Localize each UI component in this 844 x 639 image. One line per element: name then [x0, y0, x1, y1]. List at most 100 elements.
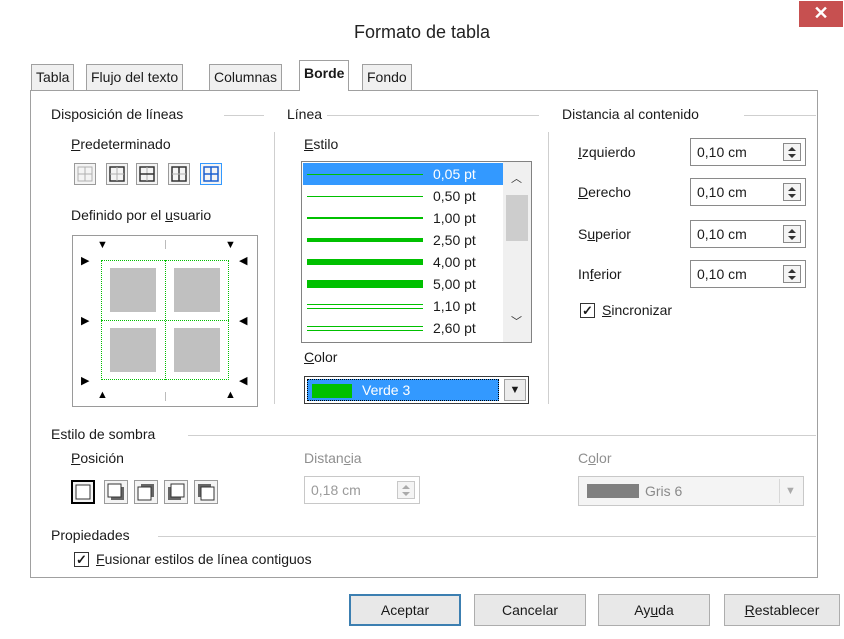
arrow-up-icon: ▲	[225, 389, 236, 401]
arrow-down-icon: ▼	[225, 239, 236, 251]
chevron-down-icon[interactable]: ▼	[504, 379, 526, 401]
line-color-selected: Verde 3	[307, 379, 499, 401]
line-sample	[307, 217, 423, 219]
spacing-bottom-value: 0,10 cm	[697, 266, 747, 282]
spacing-top-field[interactable]: 0,10 cm	[690, 220, 806, 248]
default-label: Predeterminado	[71, 136, 171, 152]
line-sample	[307, 308, 423, 309]
section-divider	[158, 536, 816, 537]
spin-button[interactable]	[783, 265, 801, 283]
spin-button[interactable]	[783, 183, 801, 201]
line-color-dropdown[interactable]: Verde 3 ▼	[304, 376, 529, 404]
shadow-color-label: Color	[578, 450, 612, 466]
tab-flujo-del-texto[interactable]: Flujo del texto	[86, 64, 184, 90]
arrow-right-icon: ▶	[81, 375, 90, 387]
properties-title: Propiedades	[51, 527, 130, 543]
spacing-right-field[interactable]: 0,10 cm	[690, 178, 806, 206]
line-style-option[interactable]: 5,00 pt	[303, 273, 503, 295]
line-sample	[307, 196, 423, 197]
preview-cell	[110, 268, 156, 312]
shadow-top-right-button[interactable]	[134, 480, 158, 504]
shadow-distance-field[interactable]: 0,18 cm	[304, 476, 420, 504]
spacing-bottom-label: Inferior	[578, 266, 622, 282]
preset-all-button[interactable]	[200, 163, 222, 185]
line-style-option[interactable]: 4,00 pt	[303, 251, 503, 273]
spin-down-icon	[788, 154, 796, 158]
shadow-distance-label-b: ia	[350, 450, 362, 466]
shadow-bottom-left-button[interactable]	[164, 480, 188, 504]
line-sample	[307, 330, 423, 331]
spacing-left-value: 0,10 cm	[697, 144, 747, 160]
close-button[interactable]: ✕	[799, 1, 843, 27]
tab-tabla[interactable]: Tabla	[31, 64, 75, 90]
line-style-option[interactable]: 0,50 pt	[303, 185, 503, 207]
spin-button[interactable]	[783, 225, 801, 243]
line-style-option[interactable]: 0,05 pt	[303, 163, 503, 185]
section-divider	[327, 115, 539, 116]
spin-button[interactable]	[397, 481, 415, 499]
line-style-option[interactable]: 1,10 pt	[303, 295, 503, 317]
arrow-left-icon: ◀	[239, 255, 248, 267]
tick-mark	[165, 240, 166, 249]
scroll-down-icon[interactable]: ﹀	[511, 313, 522, 329]
line-style-label: 0,05 pt	[433, 166, 476, 182]
shadow-bottom-left-icon	[168, 483, 185, 500]
spacing-bottom-label-text: erior	[593, 266, 622, 282]
spacing-bottom-field[interactable]: 0,10 cm	[690, 260, 806, 288]
tab-borde[interactable]: Borde	[299, 60, 350, 91]
scrollbar-thumb[interactable]	[506, 195, 528, 241]
arrow-right-icon: ▶	[81, 315, 90, 327]
shadow-top-left-button[interactable]	[194, 480, 218, 504]
cancel-button[interactable]: Cancelar	[474, 594, 586, 626]
shadow-bottom-right-button[interactable]	[104, 480, 128, 504]
shadow-top-right-icon	[137, 484, 154, 501]
preset-outer-button[interactable]	[106, 163, 128, 185]
scroll-up-icon[interactable]: ︿	[511, 170, 522, 186]
tick-mark	[165, 392, 166, 401]
spin-down-icon	[788, 194, 796, 198]
merge-checkbox[interactable]: ✓	[74, 552, 89, 567]
preset-outer-vertical-button[interactable]	[168, 163, 190, 185]
border-outer-icon	[109, 166, 125, 182]
ok-button[interactable]: Aceptar	[349, 594, 461, 626]
preset-none-button[interactable]	[74, 163, 96, 185]
line-style-label: 5,00 pt	[433, 276, 476, 292]
border-all-icon	[203, 166, 219, 182]
line-sample	[307, 259, 423, 265]
line-style-option[interactable]: 2,60 pt	[303, 317, 503, 339]
arrow-left-icon: ◀	[239, 315, 248, 327]
help-button[interactable]: Ayuda	[598, 594, 710, 626]
line-style-list[interactable]: 0,05 pt 0,50 pt 1,00 pt 2,50 pt 4,00 pt 5,00 …	[301, 161, 532, 343]
merge-label-text: usionar estilos de línea contiguos	[104, 551, 312, 567]
tab-columnas[interactable]: Columnas	[209, 64, 283, 90]
tab-fondo[interactable]: Fondo	[362, 64, 412, 90]
line-style-option[interactable]: 2,50 pt	[303, 229, 503, 251]
line-style-option[interactable]: 1,00 pt	[303, 207, 503, 229]
spacing-left-field[interactable]: 0,10 cm	[690, 138, 806, 166]
chevron-down-icon[interactable]: ▼	[779, 479, 801, 503]
spin-button[interactable]	[783, 143, 801, 161]
line-sample	[307, 238, 423, 242]
shadow-distance-label: Distancia	[304, 450, 362, 466]
shadow-position-label-text: osición	[80, 450, 124, 466]
spacing-left-label: Izquierdo	[578, 144, 636, 160]
preset-outer-horizontal-button[interactable]	[136, 163, 158, 185]
spin-down-icon	[402, 492, 410, 496]
shadow-color-label-text: lor	[595, 450, 612, 466]
reset-button[interactable]: Restablecer	[724, 594, 840, 626]
spin-up-icon	[788, 229, 796, 233]
style-label-text: stilo	[313, 136, 339, 152]
spin-up-icon	[788, 269, 796, 273]
border-none-icon	[77, 166, 93, 182]
line-sample	[307, 326, 423, 327]
window-title: Formato de tabla	[353, 22, 491, 42]
user-defined-border-preview[interactable]: ▼ ▼ ▲ ▲ ▶ ▶ ▶ ◀ ◀ ◀	[72, 235, 258, 407]
shadow-color-swatch	[587, 484, 639, 498]
preview-cell	[174, 328, 220, 372]
sync-checkbox[interactable]: ✓	[580, 303, 595, 318]
shadow-color-dropdown[interactable]: Gris 6 ▼	[578, 476, 804, 506]
sync-label: Sincronizar	[602, 302, 673, 318]
close-icon: ✕	[813, 3, 829, 23]
shadow-none-button[interactable]	[71, 480, 95, 504]
border-outer-horizontal-icon	[139, 166, 155, 182]
